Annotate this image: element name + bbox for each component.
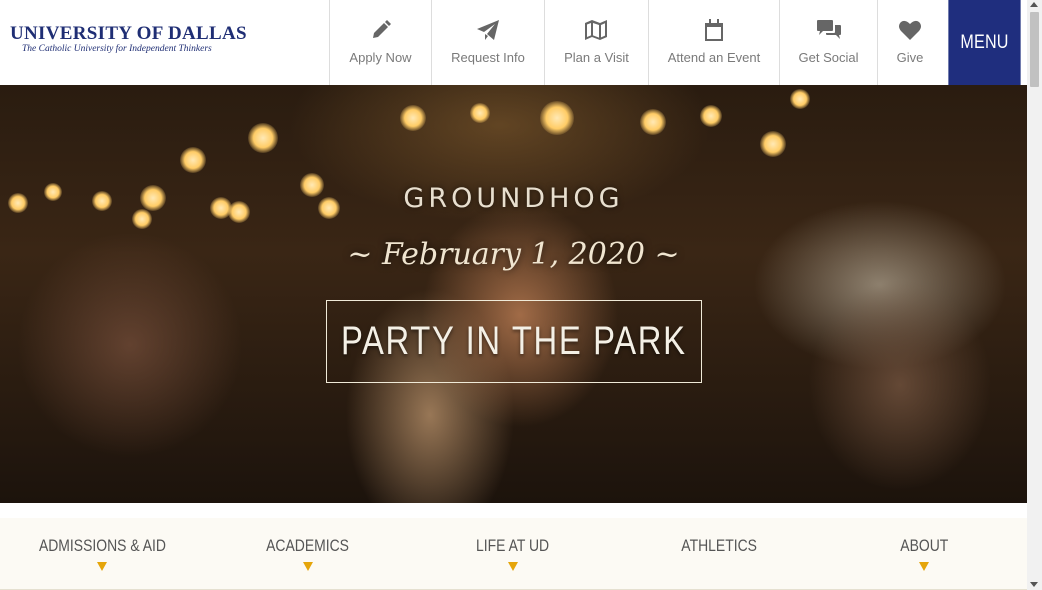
get-social-label: Get Social xyxy=(798,50,859,65)
plan-visit-label: Plan a Visit xyxy=(564,50,629,65)
nav-academics-label: ACADEMICS xyxy=(266,536,350,555)
get-social-link[interactable]: Get Social xyxy=(779,0,877,85)
nav-about[interactable]: ABOUT xyxy=(874,536,974,571)
attend-event-label: Attend an Event xyxy=(667,50,761,65)
nav-athletics[interactable]: ATHLETICS xyxy=(654,536,784,556)
chat-bubbles-icon xyxy=(816,18,841,42)
request-info-label: Request Info xyxy=(451,50,525,65)
hero-text-overlay: GROUNDHOG ~ February 1, 2020 ~ PARTY IN … xyxy=(0,85,1027,503)
scroll-down-arrow-icon[interactable] xyxy=(1030,582,1038,587)
request-info-link[interactable]: Request Info xyxy=(431,0,544,85)
dropdown-arrow-icon xyxy=(508,562,518,571)
page-scrollbar[interactable] xyxy=(1027,0,1042,590)
give-label: Give xyxy=(896,50,924,65)
dropdown-arrow-icon xyxy=(919,562,929,571)
nav-admissions-label: ADMISSIONS & AID xyxy=(38,536,166,555)
apply-now-label: Apply Now xyxy=(349,50,412,65)
plan-visit-link[interactable]: Plan a Visit xyxy=(544,0,648,85)
give-link[interactable]: Give xyxy=(877,0,942,85)
attend-event-link[interactable]: Attend an Event xyxy=(648,0,779,85)
dropdown-arrow-icon xyxy=(303,562,313,571)
hero-event-date: ~ February 1, 2020 ~ xyxy=(347,237,680,272)
dropdown-arrow-icon xyxy=(97,562,107,571)
nav-admissions-aid[interactable]: ADMISSIONS & AID xyxy=(22,536,182,571)
scroll-thumb[interactable] xyxy=(1030,12,1039,87)
nav-life-at-ud-label: LIFE AT UD xyxy=(476,536,550,555)
main-navigation: ADMISSIONS & AID ACADEMICS LIFE AT UD AT… xyxy=(0,518,1027,590)
nav-athletics-label: ATHLETICS xyxy=(681,536,757,555)
site-header: UNIVERSITY OF DALLAS The Catholic Univer… xyxy=(0,0,1027,85)
paper-plane-icon xyxy=(476,18,500,42)
nav-academics[interactable]: ACADEMICS xyxy=(238,536,378,571)
hero-banner: GROUNDHOG ~ February 1, 2020 ~ PARTY IN … xyxy=(0,85,1027,503)
logo-title: UNIVERSITY OF DALLAS xyxy=(10,23,247,44)
pencil-icon xyxy=(369,18,393,42)
scroll-up-arrow-icon[interactable] xyxy=(1030,2,1038,7)
quick-links-nav: Apply Now Request Info Plan a Visit Atte… xyxy=(329,0,942,85)
hero-title-box[interactable]: PARTY IN THE PARK xyxy=(326,300,702,383)
heart-icon xyxy=(898,18,922,42)
calendar-icon xyxy=(702,18,726,42)
map-icon xyxy=(584,18,609,42)
hero-title: PARTY IN THE PARK xyxy=(341,319,687,363)
hero-event-name: GROUNDHOG xyxy=(403,183,624,214)
logo-subtitle: The Catholic University for Independent … xyxy=(22,44,212,54)
menu-button[interactable]: MENU xyxy=(948,0,1021,85)
university-logo[interactable]: UNIVERSITY OF DALLAS The Catholic Univer… xyxy=(0,0,329,85)
nav-about-label: ABOUT xyxy=(899,536,949,555)
apply-now-link[interactable]: Apply Now xyxy=(329,0,431,85)
nav-life-at-ud[interactable]: LIFE AT UD xyxy=(448,536,578,571)
